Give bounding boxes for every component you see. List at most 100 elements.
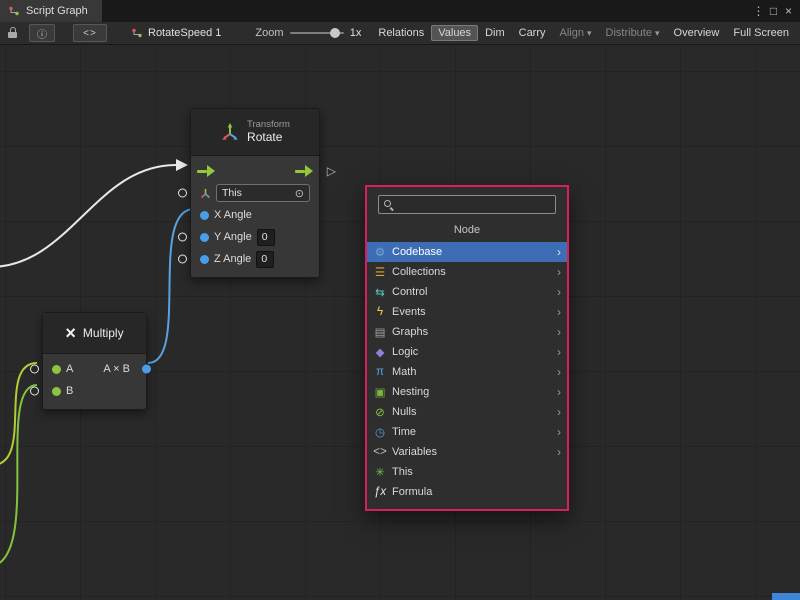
x-angle-port[interactable] (200, 211, 209, 220)
lock-icon[interactable] (8, 28, 17, 38)
finder-item-this[interactable]: ✳ This (367, 462, 567, 482)
finder-item-math[interactable]: π Math › (367, 362, 567, 382)
zoom-label: Zoom (255, 27, 283, 39)
target-picker-icon[interactable]: ⊙ (295, 187, 304, 200)
node-multiply[interactable]: × Multiply A A × B B (42, 312, 147, 410)
tab-label: Script Graph (26, 5, 88, 17)
flow-output-port[interactable] (295, 170, 305, 173)
flow-hint-icon: ▷ (327, 164, 336, 178)
nesting-icon: ▣ (372, 385, 388, 399)
finder-item-collections[interactable]: ☰ Collections › (367, 262, 567, 282)
graph-folder-icon: ▤ (372, 325, 388, 339)
z-angle-port[interactable] (200, 255, 209, 264)
carry-button[interactable]: Carry (512, 25, 553, 41)
finder-item-nesting[interactable]: ▣ Nesting › (367, 382, 567, 402)
chevron-right-icon: › (557, 385, 561, 399)
chevron-right-icon: › (557, 365, 561, 379)
relations-button[interactable]: Relations (371, 25, 431, 41)
z-angle-input[interactable]: 0 (256, 251, 274, 268)
chevron-right-icon: › (557, 285, 561, 299)
graph-asset-icon (131, 27, 143, 39)
product-output-port[interactable] (142, 365, 151, 374)
graph-reference[interactable]: RotateSpeed 1 (131, 27, 221, 39)
titlebar: Script Graph ⋮ □ × (0, 0, 800, 22)
control-flow-icon: ⇆ (372, 285, 388, 299)
zoom-value: 1x (350, 27, 362, 39)
this-label: This (222, 187, 242, 199)
x-angle-row: X Angle (191, 204, 319, 226)
close-icon[interactable]: × (781, 4, 796, 18)
finder-list: ⚙ Codebase › ☰ Collections › ⇆ Control ›… (367, 242, 567, 502)
x-angle-label: X Angle (214, 209, 252, 221)
script-graph-icon (8, 5, 20, 17)
y-angle-input[interactable]: 0 (257, 229, 275, 246)
tab-script-graph[interactable]: Script Graph (0, 0, 102, 22)
rotate-node-header[interactable]: Transform Rotate (191, 109, 319, 156)
z-angle-outer-port[interactable] (178, 255, 187, 264)
zoom-slider[interactable] (290, 27, 344, 39)
zoom-slider-handle[interactable] (330, 28, 340, 38)
align-dropdown[interactable]: Align ▾ (553, 25, 599, 41)
list-icon: ☰ (372, 265, 388, 279)
maximize-icon[interactable]: □ (766, 4, 781, 18)
window-controls: ⋮ □ × (751, 0, 800, 22)
a-input-port[interactable] (52, 365, 61, 374)
a-outer-port[interactable] (30, 365, 39, 374)
dim-button[interactable]: Dim (478, 25, 512, 41)
wire-multiply-to-x-angle[interactable] (148, 209, 194, 363)
y-angle-label: Y Angle (214, 231, 252, 243)
finder-item-formula[interactable]: ƒx Formula (367, 482, 567, 502)
info-button[interactable]: ⓘ (29, 24, 55, 42)
chevron-right-icon: › (557, 425, 561, 439)
search-input[interactable] (398, 198, 551, 212)
this-port[interactable] (178, 189, 187, 198)
values-button[interactable]: Values (431, 25, 478, 41)
unity-script-graph-window: Script Graph ⋮ □ × ⓘ <> RotateSpeed 1 Zo… (0, 0, 800, 600)
gameobject-axis-icon (200, 188, 211, 199)
finder-item-time[interactable]: ◷ Time › (367, 422, 567, 442)
search-box[interactable] (378, 195, 556, 214)
b-input-port[interactable] (52, 387, 61, 396)
finder-item-codebase[interactable]: ⚙ Codebase › (367, 242, 567, 262)
multiply-node-header[interactable]: × Multiply (43, 313, 146, 354)
y-angle-outer-port[interactable] (178, 233, 187, 242)
clock-icon: ◷ (372, 425, 388, 439)
this-icon: ✳ (372, 465, 388, 479)
b-outer-port[interactable] (30, 387, 39, 396)
y-angle-row: Y Angle 0 (191, 226, 319, 248)
node-title: Multiply (83, 326, 124, 340)
distribute-dropdown[interactable]: Distribute ▾ (599, 25, 667, 41)
lightning-icon: ϟ (372, 306, 388, 318)
this-row: This ⊙ (191, 182, 319, 204)
flow-row: ▷ (191, 160, 319, 182)
z-angle-row: Z Angle 0 (191, 248, 319, 270)
finder-item-nulls[interactable]: ⊘ Nulls › (367, 402, 567, 422)
fullscreen-button[interactable]: Full Screen (726, 25, 796, 41)
node-transform-rotate[interactable]: Transform Rotate ▷ (190, 108, 320, 278)
overview-button[interactable]: Overview (667, 25, 727, 41)
finder-item-events[interactable]: ϟ Events › (367, 302, 567, 322)
a-label: A (66, 363, 73, 375)
y-angle-port[interactable] (200, 233, 209, 242)
code-view-button[interactable]: <> (73, 24, 107, 42)
finder-item-control[interactable]: ⇆ Control › (367, 282, 567, 302)
this-selector[interactable]: This ⊙ (216, 184, 310, 202)
flow-input-port[interactable] (197, 170, 207, 173)
graph-canvas[interactable]: Transform Rotate ▷ (0, 45, 800, 600)
blue-corner-indicator (772, 593, 800, 600)
search-icon (383, 199, 394, 210)
toolbar: ⓘ <> RotateSpeed 1 Zoom 1x Relations Val… (0, 22, 800, 45)
chevron-down-icon: ▾ (655, 28, 660, 39)
finder-item-variables[interactable]: <> Variables › (367, 442, 567, 462)
wire-to-multiply-b[interactable] (0, 385, 37, 566)
wire-flow-input[interactable] (0, 165, 176, 267)
finder-item-graphs[interactable]: ▤ Graphs › (367, 322, 567, 342)
pi-icon: π (372, 366, 388, 378)
rotate-node-body: ▷ This ⊙ X Angle (191, 156, 319, 277)
kebab-menu-icon[interactable]: ⋮ (751, 4, 766, 18)
chevron-down-icon: ▾ (587, 28, 592, 39)
chevron-right-icon: › (557, 405, 561, 419)
multiply-node-body: A A × B B (43, 354, 146, 409)
finder-item-logic[interactable]: ◆ Logic › (367, 342, 567, 362)
rotate-node-titles: Transform Rotate (247, 119, 290, 146)
